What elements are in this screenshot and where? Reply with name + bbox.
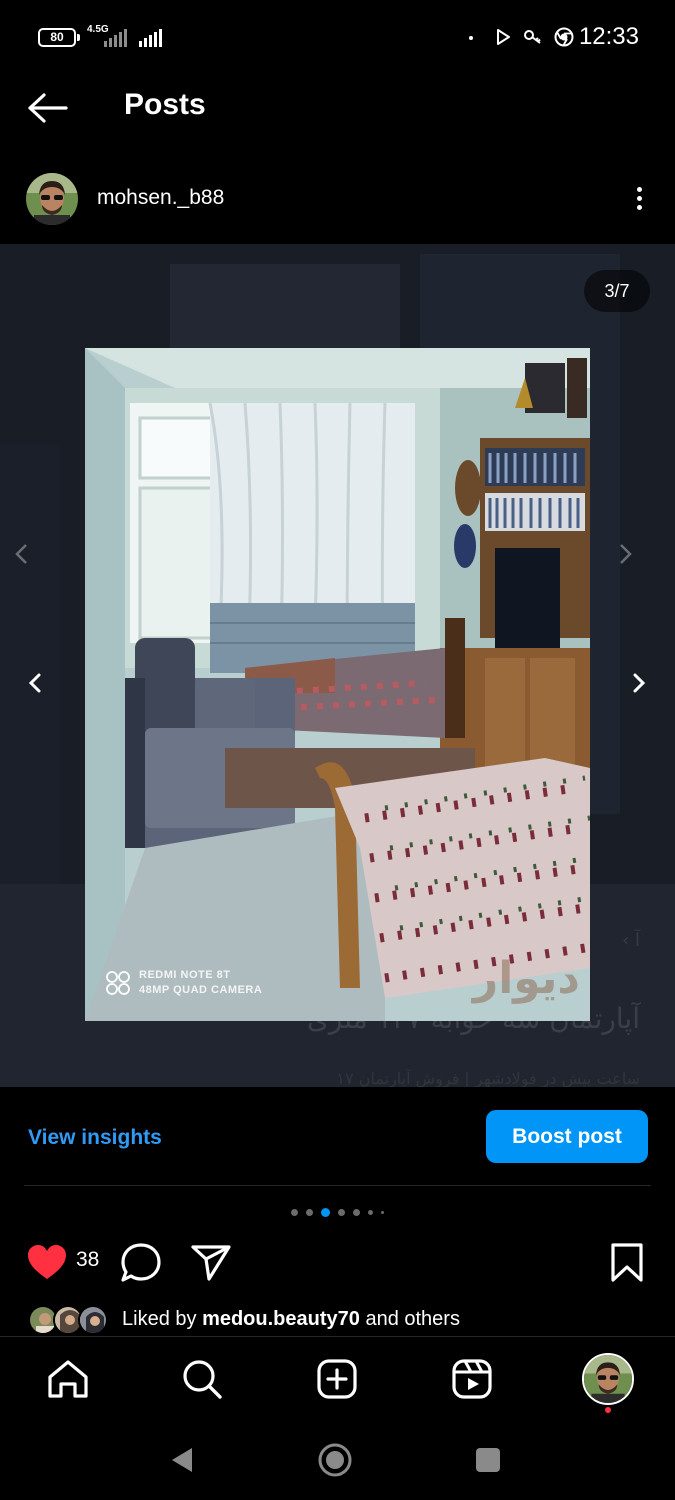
heart-filled-icon[interactable]: [26, 1242, 68, 1284]
search-icon[interactable]: [180, 1357, 224, 1401]
divider: [24, 1185, 651, 1186]
battery-indicator: 80: [38, 28, 80, 47]
system-back-icon[interactable]: [164, 1442, 200, 1478]
carousel-dot: [381, 1211, 384, 1214]
top-app-bar: Posts: [0, 76, 675, 140]
camera-logo-icon: [106, 971, 130, 995]
reels-icon[interactable]: [450, 1357, 494, 1401]
profile-tab-avatar[interactable]: [582, 1353, 634, 1405]
post-media[interactable]: آپارتمان سه خوابه ۱۲۷ متری ۱۷ ساعت پیش د…: [0, 244, 675, 1087]
carousel-dot: [353, 1209, 360, 1216]
svg-text:۱۷ ساعت پیش در فولادشهر | فروش: ۱۷ ساعت پیش در فولادشهر | فروش آپارتمان: [336, 1069, 640, 1087]
post-username[interactable]: mohsen._b88: [97, 186, 224, 210]
bottom-tab-bar: [0, 1336, 675, 1420]
carousel-indicator: [0, 1208, 675, 1217]
room-photo-image: دیوار: [85, 348, 590, 1021]
boost-post-button[interactable]: Boost post: [486, 1110, 648, 1163]
post-header: mohsen._b88: [0, 165, 675, 235]
system-home-icon[interactable]: [317, 1442, 353, 1478]
liked-by-text: Liked by medou.beauty70 and others: [122, 1308, 460, 1331]
chevron-left-icon[interactable]: [17, 665, 53, 701]
chevron-right-icon[interactable]: [621, 665, 657, 701]
chrome-icon: [554, 27, 574, 47]
carousel-dot-active: [321, 1208, 330, 1217]
back-arrow-icon[interactable]: [24, 88, 72, 128]
system-recents-icon[interactable]: [470, 1442, 506, 1478]
vpn-key-icon: [524, 30, 541, 44]
more-options-icon[interactable]: [627, 183, 651, 217]
avatar-image: [26, 173, 78, 225]
camera-watermark: REDMI NOTE 8T 48MP QUAD CAMERA: [105, 968, 262, 998]
carousel-dot: [291, 1209, 298, 1216]
liked-by-suffix: and others: [359, 1308, 460, 1330]
system-navigation-bar: [0, 1420, 675, 1500]
liker-avatar: [78, 1305, 108, 1335]
carousel-dot: [338, 1209, 345, 1216]
send-icon[interactable]: [190, 1242, 232, 1284]
like-count[interactable]: 38: [76, 1248, 99, 1272]
carousel-dot: [368, 1210, 373, 1215]
plus-square-icon[interactable]: [315, 1357, 359, 1401]
bookmark-icon[interactable]: [606, 1242, 648, 1284]
post-actions: 38: [0, 1238, 675, 1286]
watermark-line1: REDMI NOTE 8T: [139, 969, 231, 981]
status-bar: 80 4.5G 12:33: [0, 0, 675, 76]
home-icon[interactable]: [46, 1357, 90, 1401]
signal-icon-sim1: [104, 29, 127, 47]
liked-by-row[interactable]: Liked by medou.beauty70 and others: [0, 1300, 675, 1336]
room-photo: دیوار REDMI NOTE 8T 48MP QUAD CAMERA: [85, 348, 590, 1021]
view-insights-link[interactable]: View insights: [28, 1126, 162, 1150]
svg-text:دیوار: دیوار: [471, 953, 580, 1004]
avatar[interactable]: [26, 173, 78, 225]
carousel-dot: [306, 1209, 313, 1216]
profile-notification-dot: [605, 1407, 611, 1413]
insights-row: View insights Boost post: [0, 1100, 675, 1176]
comment-icon[interactable]: [120, 1242, 162, 1284]
watermark-line2: 48MP QUAD CAMERA: [139, 984, 263, 996]
liked-by-user[interactable]: medou.beauty70: [202, 1308, 360, 1330]
page-title: Posts: [124, 88, 206, 121]
clock: 12:33: [578, 23, 639, 50]
chevron-left-faded-icon: [15, 544, 27, 564]
chevron-right-faded-icon: [620, 544, 632, 564]
play-store-icon: [497, 29, 510, 45]
notification-dot-icon: [469, 36, 473, 40]
signal-icon-sim2: [139, 29, 162, 47]
svg-text:‹ آ: ‹ آ: [622, 928, 641, 951]
liked-by-prefix: Liked by: [122, 1308, 203, 1330]
media-counter: 3/7: [584, 270, 650, 312]
